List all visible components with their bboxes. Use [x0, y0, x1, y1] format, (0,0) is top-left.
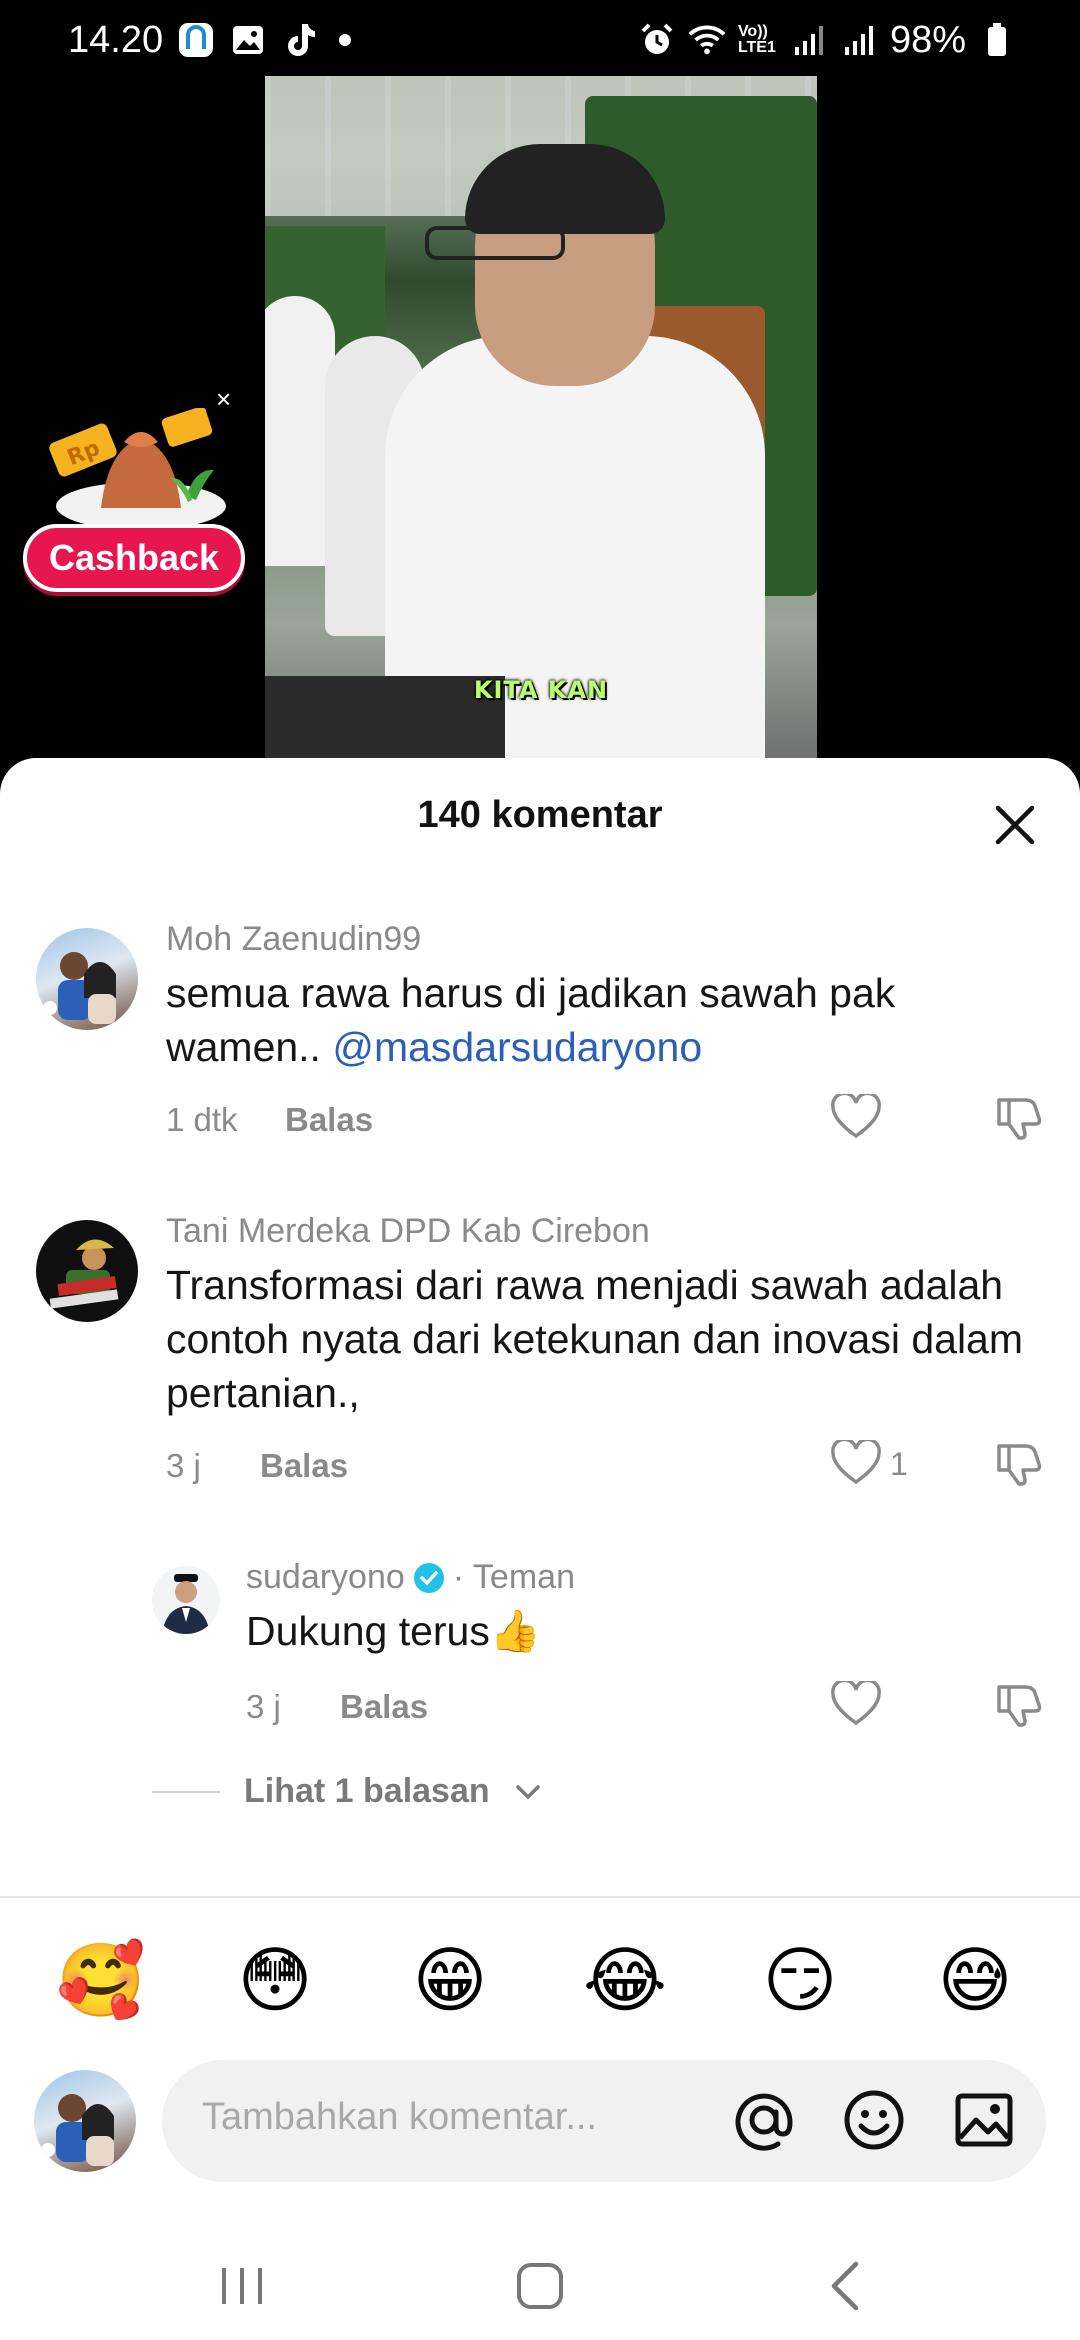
emoji-sweat-smile[interactable]: 😅 [931, 1936, 1019, 2024]
battery-icon [978, 21, 1016, 59]
avatar[interactable] [36, 928, 138, 1030]
comment-time: 3 j [166, 1447, 201, 1484]
tiktok-notification-icon [281, 21, 319, 59]
emoji-flushed[interactable]: 😳 [231, 1936, 319, 2024]
status-time: 14.20 [68, 18, 164, 61]
friend-label: · Teman [452, 1558, 575, 1596]
signal-icon [790, 21, 828, 59]
emoji-grin[interactable]: 😁 [406, 1936, 494, 2024]
view-replies-button[interactable]: Lihat 1 balasan [152, 1772, 542, 1811]
dislike-icon[interactable] [993, 1438, 1043, 1488]
reply-text: Dukung terus👍 [246, 1608, 541, 1654]
dislike-icon[interactable] [993, 1092, 1043, 1142]
emoji-smiling-hearts[interactable]: 🥰 [56, 1936, 146, 2024]
close-icon[interactable] [990, 800, 1040, 850]
wifi-icon [688, 21, 726, 59]
current-user-avatar[interactable] [34, 2070, 136, 2172]
emoji-smirk[interactable]: 😏 [756, 1936, 844, 2024]
reply-button[interactable]: Balas [340, 1688, 428, 1726]
more-notifications-dot [339, 34, 352, 46]
divider [0, 1896, 1080, 1898]
comment-username[interactable]: Moh Zaenudin99 [166, 920, 421, 959]
comment-text: semua rawa harus di jadikan sawah pak wa… [166, 970, 896, 1070]
status-bar: 14.20 Vo)) LTE1 98% [0, 0, 1080, 80]
emoji-picker-icon[interactable] [842, 2088, 906, 2152]
like-heart-icon[interactable] [830, 1681, 882, 1727]
reply-time: 3 j [246, 1688, 281, 1725]
comment-time: 1 dtk [166, 1101, 238, 1138]
network-label: Vo)) LTE1 [737, 23, 776, 56]
alarm-icon [638, 21, 676, 59]
avatar[interactable] [36, 1220, 138, 1322]
cashback-button[interactable]: Cashback [23, 524, 245, 592]
verified-badge-icon [413, 1562, 444, 1593]
app-notification-icon [177, 21, 215, 59]
comment-username[interactable]: Tani Merdeka DPD Kab Cirebon [166, 1212, 650, 1251]
chevron-down-icon [515, 1784, 540, 1799]
avatar[interactable] [152, 1566, 220, 1634]
signal-2-icon [840, 21, 878, 59]
like-heart-icon[interactable] [830, 1094, 882, 1140]
comment-text: Transformasi dari rawa menjadi sawah ada… [166, 1262, 1024, 1416]
battery-percent: 98% [889, 18, 966, 61]
video-player[interactable]: KITA KAN [265, 76, 817, 760]
image-attach-icon[interactable] [952, 2088, 1016, 2152]
reply-username: sudaryono · Teman [246, 1558, 575, 1597]
dislike-icon[interactable] [993, 1679, 1043, 1729]
comment-input[interactable]: Tambahkan komentar... [162, 2060, 1046, 2182]
mention-link[interactable]: @masdarsudaryono [332, 1024, 702, 1070]
emoji-quick-bar: 🥰 😳 😁 😂 😏 😅 [0, 1936, 1080, 2026]
divider [152, 1790, 220, 1793]
home-icon[interactable] [510, 2256, 570, 2316]
comment-input-placeholder: Tambahkan komentar... [202, 2096, 597, 2138]
back-icon[interactable] [816, 2256, 876, 2316]
comments-count-title: 140 komentar [417, 794, 663, 836]
recent-apps-icon[interactable] [212, 2256, 272, 2316]
reply-username-link[interactable]: sudaryono [246, 1558, 405, 1597]
cashback-art-icon: Rp [49, 408, 226, 528]
system-nav-bar [0, 2230, 1080, 2340]
cashback-promo[interactable]: × Rp Cashback [18, 386, 248, 602]
like-count: 1 [890, 1446, 908, 1482]
mention-icon[interactable] [732, 2088, 796, 2152]
video-subtitle: KITA KAN [473, 676, 609, 704]
like-heart-icon[interactable] [830, 1440, 882, 1486]
emoji-tears-of-joy[interactable]: 😂 [581, 1936, 669, 2024]
comment-input-row: Tambahkan komentar... [0, 2060, 1080, 2184]
view-replies-label: Lihat 1 balasan [244, 1772, 490, 1810]
gallery-notification-icon [229, 21, 267, 59]
reply-button[interactable]: Balas [285, 1101, 373, 1139]
reply-button[interactable]: Balas [260, 1447, 348, 1485]
